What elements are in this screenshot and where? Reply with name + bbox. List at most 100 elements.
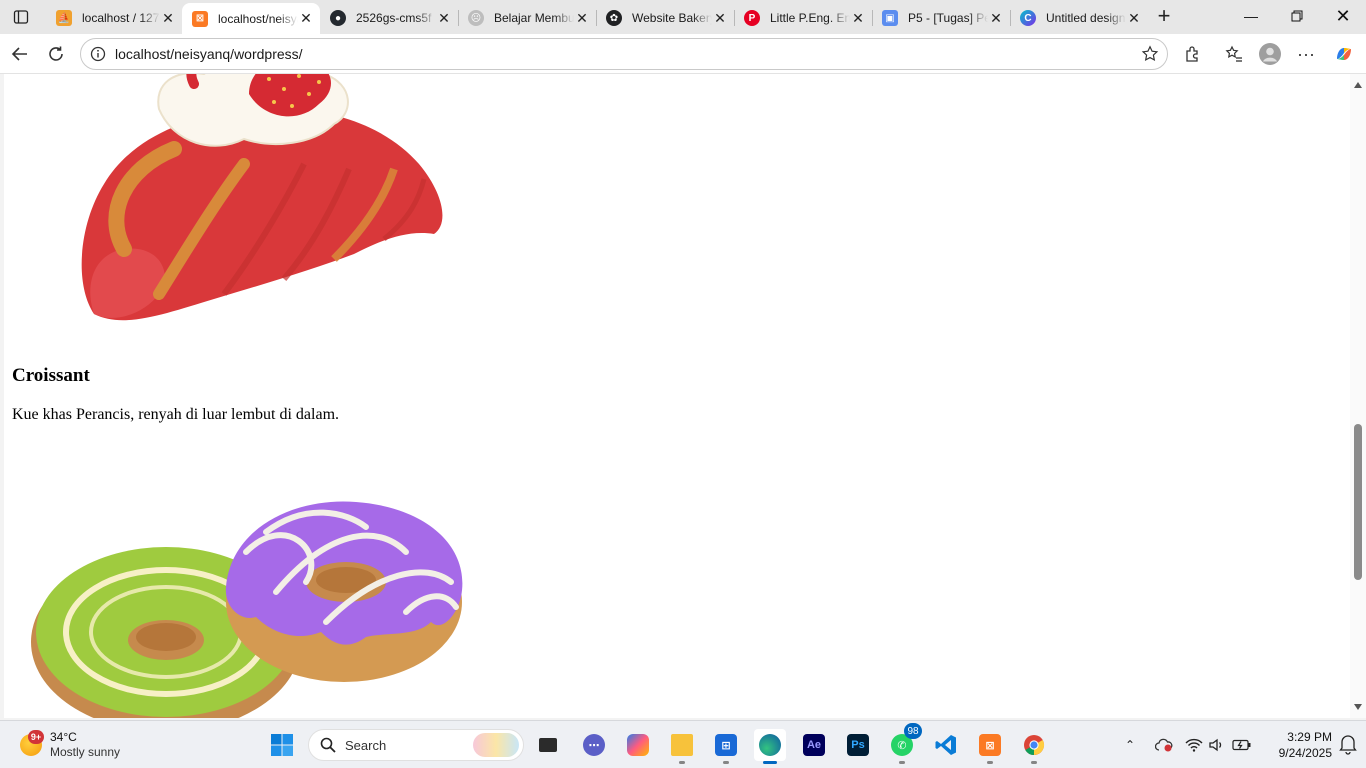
windows-taskbar: 9+ 34°C Mostly sunny Search ⋯ ⊞ Ae Ps ✆	[0, 720, 1366, 768]
weather-badge: 9+	[28, 730, 44, 744]
close-icon[interactable]: ✕	[298, 10, 314, 27]
profile-button[interactable]	[1256, 40, 1284, 68]
whatsapp-button[interactable]: ✆ 98	[886, 723, 922, 764]
close-icon[interactable]: ✕	[712, 10, 728, 26]
windows-start-button[interactable]	[270, 733, 294, 757]
file-explorer-button[interactable]	[666, 729, 698, 764]
minimize-button[interactable]: —	[1228, 0, 1274, 32]
donut-image	[31, 501, 463, 718]
microsoft-store-icon: ⊞	[715, 734, 737, 756]
scroll-down-arrow-icon[interactable]	[1353, 702, 1363, 712]
wifi-icon	[1185, 738, 1203, 752]
pinterest-icon: P	[744, 10, 760, 26]
battery-tray[interactable]	[1232, 735, 1252, 755]
copilot-taskbar-button[interactable]	[622, 729, 654, 761]
search-icon	[319, 736, 337, 754]
favorites-button[interactable]	[1220, 40, 1248, 68]
scroll-up-arrow-icon[interactable]	[1353, 80, 1363, 90]
battery-charging-icon	[1232, 739, 1251, 751]
clock-date: 9/24/2025	[1278, 746, 1332, 760]
tab-website-bakery[interactable]: ✿ Website Bakery ✕	[596, 3, 734, 33]
restore-button[interactable]	[1274, 0, 1320, 32]
close-icon[interactable]: ✕	[574, 10, 590, 26]
scroll-thumb[interactable]	[1354, 424, 1362, 580]
after-effects-button[interactable]: Ae	[798, 729, 830, 761]
teams-chat-icon: ⋯	[583, 734, 605, 756]
plus-icon: +	[1157, 3, 1171, 28]
github-icon: ●	[330, 10, 346, 26]
settings-more-button[interactable]: ···	[1292, 40, 1320, 68]
search-placeholder: Search	[345, 738, 387, 753]
web-content: Croissant Kue khas Perancis, renyah di l…	[4, 74, 1366, 718]
browser-toolbar: localhost/neisyanq/wordpress/ ···	[0, 34, 1366, 74]
tab-actions-button[interactable]	[8, 5, 34, 29]
photoshop-button[interactable]: Ps	[842, 729, 874, 761]
tab-belajar[interactable]: ☹ Belajar Membuat ✕	[458, 3, 596, 33]
taskbar-search-box[interactable]: Search	[308, 729, 524, 761]
tab-strip: ⛵ localhost / 127.0.0.1 ✕ ⊠ localhost/ne…	[0, 0, 1366, 34]
favorite-star-icon[interactable]	[1139, 43, 1161, 65]
close-icon[interactable]: ✕	[436, 10, 452, 26]
tab-wordpress[interactable]: ⊠ localhost/neisyanq/wordpress/ ✕	[182, 3, 320, 34]
notification-bell-icon[interactable]	[1338, 733, 1358, 755]
tab-github[interactable]: ● 2526gs-cms5f ✕	[320, 3, 458, 33]
page-scrollbar[interactable]	[1350, 74, 1366, 718]
xampp-icon: ⊠	[979, 734, 1001, 756]
weather-widget[interactable]: 9+ 34°C Mostly sunny	[16, 728, 156, 762]
tab-canva[interactable]: C Untitled design ✕	[1010, 3, 1148, 33]
task-view-button[interactable]	[532, 729, 564, 761]
cloud-error-icon	[1155, 738, 1173, 752]
temperature-text: 34°C	[50, 730, 77, 744]
extensions-puzzle-icon	[1186, 46, 1198, 62]
back-button[interactable]	[6, 40, 34, 68]
back-arrow-icon	[11, 47, 27, 61]
copilot-button[interactable]	[1330, 40, 1358, 68]
running-indicator	[1031, 761, 1037, 764]
tab-phpmyadmin[interactable]: ⛵ localhost / 127.0.0.1 ✕	[46, 3, 182, 33]
classroom-icon: ▣	[882, 10, 898, 26]
cloud-sync-tray[interactable]	[1154, 735, 1174, 755]
xampp-button[interactable]: ⊠	[974, 729, 1006, 764]
site-info-icon[interactable]	[87, 43, 109, 65]
running-indicator	[987, 761, 993, 764]
restore-icon	[1291, 10, 1303, 22]
vscode-button[interactable]	[930, 729, 962, 761]
file-explorer-icon	[671, 734, 693, 756]
weather-condition-text: Mostly sunny	[50, 745, 121, 759]
microsoft-store-button[interactable]: ⊞	[710, 729, 742, 764]
canva-icon: C	[1020, 10, 1036, 26]
close-icon: ✕	[1335, 5, 1351, 26]
copilot-icon	[627, 734, 649, 756]
teams-chat-button[interactable]: ⋯	[578, 729, 610, 761]
show-hidden-icons-button[interactable]: ⌃	[1120, 735, 1140, 755]
url-text[interactable]: localhost/neisyanq/wordpress/	[115, 46, 303, 62]
close-icon[interactable]: ✕	[850, 10, 866, 26]
tab-classroom[interactable]: ▣ P5 - [Tugas] Pemrograman ✕	[872, 3, 1010, 33]
phpmyadmin-icon: ⛵	[56, 10, 72, 26]
chrome-button[interactable]	[1018, 729, 1050, 764]
running-indicator	[679, 761, 685, 764]
croissant-image	[81, 74, 443, 321]
system-clock[interactable]: 3:29 PM 9/24/2025	[1262, 729, 1332, 761]
speaker-icon	[1209, 738, 1222, 752]
volume-tray[interactable]	[1207, 735, 1227, 755]
new-tab-button[interactable]: +	[1152, 3, 1176, 28]
close-window-button[interactable]: ✕	[1320, 0, 1366, 32]
emoji-icon: ☹	[468, 10, 484, 26]
avatar-icon	[1259, 43, 1281, 65]
clock-time: 3:29 PM	[1287, 730, 1332, 744]
whatsapp-unread-badge: 98	[904, 723, 922, 739]
wifi-tray[interactable]	[1184, 735, 1204, 755]
chatgpt-icon: ✿	[606, 10, 622, 26]
close-icon[interactable]: ✕	[160, 10, 176, 26]
address-bar[interactable]: localhost/neisyanq/wordpress/	[80, 38, 1168, 70]
edge-button[interactable]	[754, 729, 786, 764]
edge-icon	[759, 734, 781, 756]
more-dots-icon: ···	[1297, 43, 1315, 64]
refresh-button[interactable]	[42, 40, 70, 68]
extensions-button[interactable]	[1179, 40, 1207, 68]
close-icon[interactable]: ✕	[1126, 10, 1142, 26]
close-icon[interactable]: ✕	[988, 10, 1004, 26]
chrome-icon	[1024, 735, 1045, 756]
tab-pinterest[interactable]: P Little P.Eng. Engineering ✕	[734, 3, 872, 33]
